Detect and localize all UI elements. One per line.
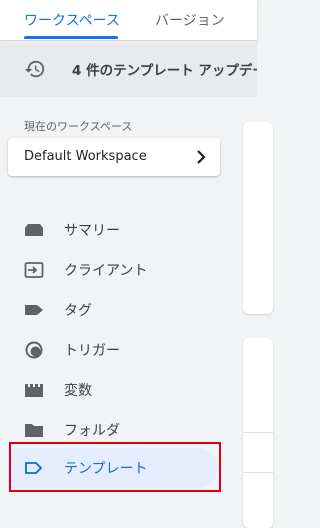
divider: [243, 472, 273, 473]
history-icon: [24, 60, 45, 78]
nav-item-label: タグ: [64, 303, 92, 319]
current-workspace-label: 現在のワークスペース: [24, 120, 133, 133]
content-card: [243, 338, 273, 528]
content-card: [243, 122, 273, 314]
workspace-selector[interactable]: Default Workspace: [8, 138, 220, 176]
nav-item-tags[interactable]: タグ: [8, 290, 218, 330]
nav-item-folders[interactable]: フォルダ: [8, 410, 218, 450]
template-icon: [25, 462, 43, 474]
nav-item-label: テンプレート: [64, 461, 148, 477]
top-tabs: ワークスペース バージョン: [0, 0, 257, 40]
nav-item-label: サマリー: [64, 223, 120, 239]
chevron-right-icon: [197, 150, 206, 164]
tab-versions[interactable]: バージョン: [155, 10, 225, 30]
variables-icon: [25, 384, 43, 397]
nav-item-summary[interactable]: サマリー: [8, 210, 218, 250]
summary-icon: [25, 224, 43, 236]
nav-item-clients[interactable]: クライアント: [8, 250, 218, 290]
template-update-notice[interactable]: 4 件のテンプレート アップデート: [0, 41, 257, 97]
notice-text: 4 件のテンプレート アップデート: [72, 63, 257, 79]
nav-item-label: フォルダ: [64, 423, 120, 439]
tag-icon: [25, 305, 43, 315]
tab-workspaces[interactable]: ワークスペース: [24, 10, 120, 30]
nav-item-triggers[interactable]: トリガー: [8, 330, 218, 370]
nav-item-variables[interactable]: 変数: [8, 370, 218, 410]
nav-item-label: 変数: [64, 383, 92, 399]
active-tab-indicator: [24, 36, 118, 39]
folder-icon: [25, 424, 43, 437]
nav-item-label: クライアント: [64, 263, 148, 279]
nav-item-label: トリガー: [64, 343, 120, 359]
divider: [243, 432, 273, 433]
nav-item-templates[interactable]: テンプレート: [8, 448, 218, 488]
trigger-icon: [25, 341, 43, 359]
clients-icon: [24, 262, 44, 278]
workspace-name: Default Workspace: [24, 149, 147, 164]
